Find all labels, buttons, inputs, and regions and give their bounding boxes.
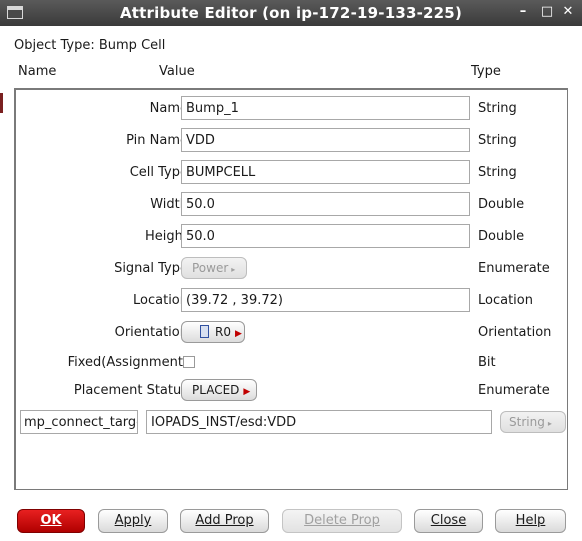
prop-label: Signal Type <box>114 261 188 276</box>
add-prop-button-label: Add Prop <box>195 513 254 528</box>
ok-button[interactable]: OK <box>17 509 85 533</box>
object-type-label: Object Type: <box>14 38 95 53</box>
button-bar: OK Apply Add Prop Delete Prop Close Help <box>0 496 582 541</box>
delete-prop-button[interactable]: Delete Prop <box>282 509 402 533</box>
object-type: Object Type: Bump Cell <box>14 38 165 53</box>
window-title: Attribute Editor (on ip-172-19-133-225) <box>120 4 462 22</box>
prop-type: Bit <box>478 355 496 370</box>
signal-type-dropdown[interactable]: Power ▸ <box>181 257 247 279</box>
dialog-body: Object Type: Bump Cell Name Value Type N… <box>0 26 582 541</box>
prop-row-pin-name: Pin Name VDD String <box>16 128 570 152</box>
prop-row-width: Width 50.0 Double <box>16 192 570 216</box>
prop-row-height: Height 50.0 Double <box>16 224 570 248</box>
object-type-value: Bump Cell <box>98 38 166 53</box>
prop-label: Cell Type <box>129 165 188 180</box>
prop-type: String <box>478 133 517 148</box>
orientation-dropdown[interactable]: R0 ▶ <box>181 321 245 343</box>
orientation-value: R0 <box>215 325 231 339</box>
prop-row-orientation: Orientation R0 ▶ Orientation <box>16 320 570 344</box>
column-header-type: Type <box>471 64 501 79</box>
prop-row-signal-type: Signal Type Power ▸ Enumerate <box>16 256 570 280</box>
width-field[interactable]: 50.0 <box>181 192 470 216</box>
prop-type: Location <box>478 293 533 308</box>
prop-row-cell-type: Cell Type BUMPCELL String <box>16 160 570 184</box>
prop-label: Orientation <box>114 325 188 340</box>
maximize-icon[interactable]: □ <box>539 4 555 20</box>
custom-prop-type-value: String <box>509 415 545 429</box>
prop-row-location: Location (39.72 , 39.72) Location <box>16 288 570 312</box>
left-edge-marker <box>0 93 3 113</box>
apply-button-label: Apply <box>114 513 152 528</box>
prop-type: Orientation <box>478 325 552 340</box>
placement-status-dropdown[interactable]: PLACED ▶ <box>181 379 257 401</box>
minimize-icon[interactable]: – <box>515 4 531 20</box>
prop-row-fixed-assignment: Fixed(Assignment) Bit <box>16 350 570 374</box>
orientation-icon <box>200 325 209 338</box>
dropdown-arrow-icon: ▸ <box>547 419 552 428</box>
fixed-assignment-checkbox[interactable] <box>183 356 195 368</box>
dropdown-arrow-icon: ▸ <box>231 265 236 274</box>
pin-name-field[interactable]: VDD <box>181 128 470 152</box>
custom-prop-value-field[interactable]: IOPADS_INST/esd:VDD <box>146 410 492 434</box>
ok-button-label: OK <box>40 513 62 528</box>
prop-type: String <box>478 165 517 180</box>
apply-button[interactable]: Apply <box>98 509 168 533</box>
help-button[interactable]: Help <box>495 509 566 533</box>
delete-prop-button-label: Delete Prop <box>304 513 380 528</box>
height-field[interactable]: 50.0 <box>181 224 470 248</box>
dropdown-arrow-icon: ▶ <box>234 329 242 339</box>
signal-type-value: Power <box>192 261 229 275</box>
close-icon[interactable]: ✕ <box>560 4 576 20</box>
prop-row-placement-status: Placement Status PLACED ▶ Enumerate <box>16 378 570 402</box>
add-prop-button[interactable]: Add Prop <box>180 509 269 533</box>
prop-type: Double <box>478 197 525 212</box>
custom-prop-name-field[interactable]: mp_connect_target <box>20 410 138 434</box>
custom-prop-row: mp_connect_target IOPADS_INST/esd:VDD St… <box>16 410 570 434</box>
column-header-value: Value <box>159 64 195 79</box>
dropdown-arrow-icon: ▶ <box>243 387 251 397</box>
prop-type: Enumerate <box>478 261 550 276</box>
prop-label: Fixed(Assignment) <box>67 355 188 370</box>
column-header-name: Name <box>18 64 57 79</box>
prop-label: Pin Name <box>126 133 188 148</box>
property-panel: Name Bump_1 String Pin Name VDD String C… <box>14 88 568 490</box>
placement-status-value: PLACED <box>192 383 240 397</box>
name-field[interactable]: Bump_1 <box>181 96 470 120</box>
help-button-label: Help <box>515 513 546 528</box>
prop-type: String <box>478 101 517 116</box>
custom-prop-type-dropdown[interactable]: String ▸ <box>500 411 566 433</box>
prop-type: Enumerate <box>478 383 550 398</box>
prop-type: Double <box>478 229 525 244</box>
prop-row-name: Name Bump_1 String <box>16 96 570 120</box>
prop-label: Placement Status <box>73 383 188 398</box>
prop-label: Location <box>133 293 188 308</box>
cell-type-field[interactable]: BUMPCELL <box>181 160 470 184</box>
close-button[interactable]: Close <box>414 509 483 533</box>
close-button-label: Close <box>430 513 467 528</box>
title-bar: Attribute Editor (on ip-172-19-133-225) … <box>0 0 582 26</box>
location-field[interactable]: (39.72 , 39.72) <box>181 288 470 312</box>
